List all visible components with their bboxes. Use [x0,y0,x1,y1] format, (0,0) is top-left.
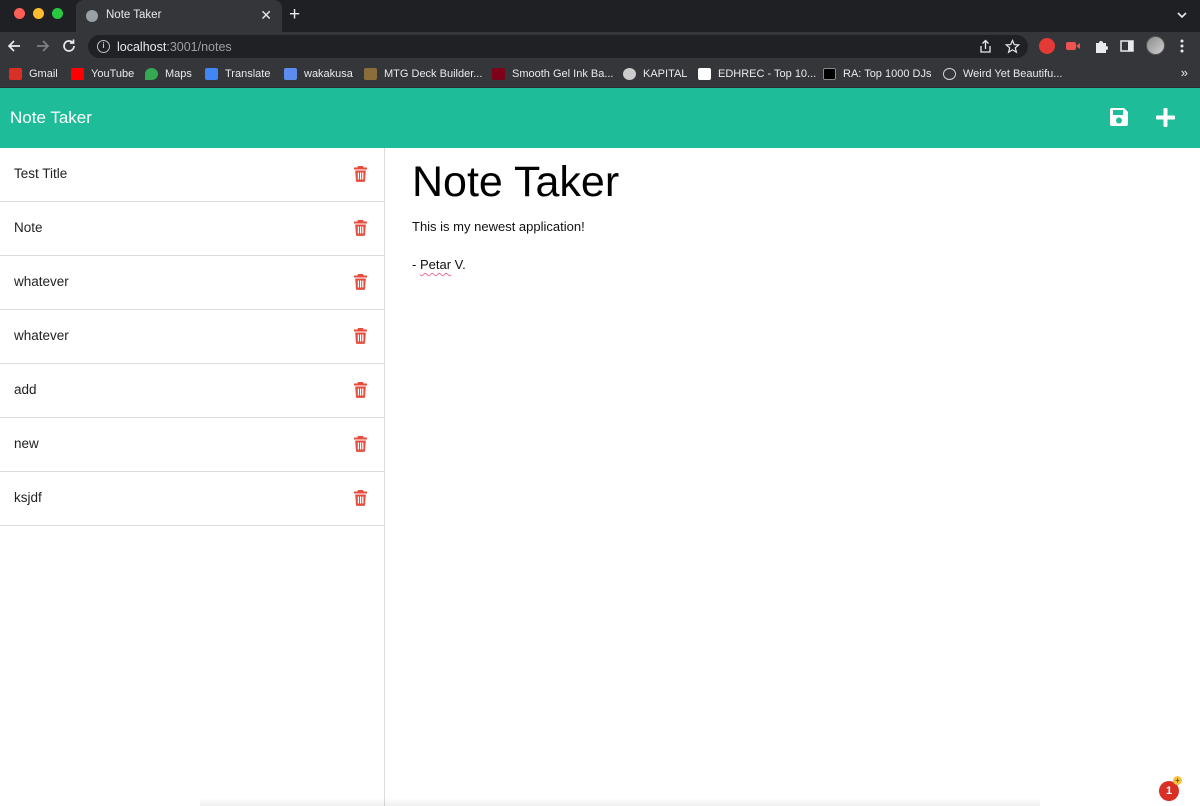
reload-icon[interactable] [60,37,78,55]
note-title[interactable]: Test Title [14,166,67,181]
translate-icon [205,68,218,80]
list-item[interactable]: Test Title [0,148,384,202]
trash-icon[interactable] [353,273,368,290]
signature-suffix: V. [451,257,466,272]
app-title[interactable]: Note Taker [10,108,92,128]
bookmark-label: Weird Yet Beautifu... [963,68,1063,80]
back-arrow-icon[interactable] [6,37,24,55]
bookmark-label: EDHREC - Top 10... [718,68,817,80]
bookmark-label: RA: Top 1000 DJs [843,68,932,80]
extension-adblock-icon[interactable] [1039,38,1055,54]
note-title[interactable]: ksjdf [14,490,42,505]
youtube-icon [71,68,84,80]
bookmarks-overflow-button[interactable]: » [1181,65,1188,80]
bookmark-translate[interactable]: Translate [205,66,270,82]
bookmark-label: Gmail [29,68,58,80]
trash-icon[interactable] [353,489,368,506]
note-title[interactable]: Note [14,220,43,235]
gmail-icon [9,68,22,80]
bookmark-youtube[interactable]: YouTube [71,66,134,82]
save-note-icon[interactable] [1108,106,1130,128]
bookmark-gmail[interactable]: Gmail [9,66,58,82]
maps-icon [145,68,158,80]
note-title[interactable]: add [14,382,37,397]
note-text-line: This is my newest application! [412,219,585,234]
bookmark-label: YouTube [91,68,135,80]
forward-arrow-icon[interactable] [33,37,51,55]
tab-close-icon[interactable]: ✕ [260,7,272,23]
list-item[interactable]: add [0,364,384,418]
muji-icon [492,68,505,80]
note-text-area[interactable]: This is my newest application! - Petar V… [412,217,585,274]
bookmark-maps[interactable]: Maps [145,66,192,82]
bookmark-label: Smooth Gel Ink Ba... [512,68,614,80]
tab-title: Note Taker [106,9,162,21]
browser-toolbar: i localhost:3001/notes [0,32,1200,60]
close-window-button[interactable] [14,8,25,19]
signature-prefix: - [412,257,420,272]
list-item[interactable]: whatever [0,256,384,310]
note-editor: Note Taker This is my newest application… [386,148,1200,806]
signature-name: Petar [419,257,452,272]
share-icon[interactable] [978,39,993,54]
list-item[interactable]: whatever [0,310,384,364]
new-note-icon[interactable] [1154,106,1177,129]
note-title[interactable]: whatever [14,328,69,343]
bookmark-label: KAPITAL [643,68,688,80]
note-signature: - Petar V. [412,255,585,274]
browser-tab[interactable]: Note Taker ✕ [76,0,282,32]
bookmark-wakakusa[interactable]: wakakusa [284,66,353,82]
list-item[interactable]: Note [0,202,384,256]
side-panel-icon[interactable] [1119,38,1135,54]
notification-plus-icon: + [1173,776,1182,785]
site-info-icon[interactable]: i [97,40,110,53]
kapital-icon [623,68,636,80]
chevron-down-icon[interactable] [1176,8,1188,22]
trash-icon[interactable] [353,435,368,452]
note-title[interactable]: whatever [14,274,69,289]
app-navbar: Note Taker [0,88,1200,148]
bookmark-muji[interactable]: Smooth Gel Ink Ba... [492,66,614,82]
trash-icon[interactable] [353,381,368,398]
url-path: :3001/notes [166,40,232,54]
note-blank-line [412,236,585,255]
browser-tab-bar: Note Taker ✕ + [0,0,1200,32]
bookmark-kapital[interactable]: KAPITAL [623,66,687,82]
edhrec-icon [698,68,711,80]
list-item[interactable]: new [0,418,384,472]
bookmark-label: wakakusa [304,68,353,80]
note-title-input[interactable]: Note Taker [412,158,619,207]
bookmark-star-icon[interactable] [1005,39,1020,54]
url-text: localhost:3001/notes [117,40,232,54]
list-item[interactable]: ksjdf [0,472,384,526]
address-bar[interactable]: i localhost:3001/notes [88,35,1028,58]
new-tab-button[interactable]: + [289,4,300,26]
ra-icon [823,68,836,80]
trash-icon[interactable] [353,165,368,182]
extension-video-icon[interactable] [1065,38,1081,54]
loop-icon [943,68,956,80]
bottom-shadow [200,798,1040,806]
bookmark-ra[interactable]: RA: Top 1000 DJs [823,66,931,82]
bookmark-edhrec[interactable]: EDHREC - Top 10... [698,66,816,82]
kebab-menu-icon[interactable] [1176,38,1188,54]
bookmark-weird[interactable]: Weird Yet Beautifu... [943,66,1062,82]
mtg-icon [364,68,377,80]
url-host: localhost [117,40,167,54]
trash-icon[interactable] [353,327,368,344]
profile-avatar[interactable] [1146,36,1165,55]
trash-icon[interactable] [353,219,368,236]
bookmark-label: Maps [165,68,192,80]
minimize-window-button[interactable] [33,8,44,19]
note-title[interactable]: new [14,436,39,451]
grid-icon [284,68,297,80]
note-list: Test Title Note whatever whatever add ne… [0,148,385,806]
bookmarks-bar: Gmail YouTube Maps Translate wakakusa MT… [0,60,1200,88]
extensions-puzzle-icon[interactable] [1093,38,1109,54]
bookmark-label: Translate [225,68,271,80]
maximize-window-button[interactable] [52,8,63,19]
globe-icon [86,10,98,22]
bookmark-label: MTG Deck Builder... [384,68,483,80]
bookmark-mtg[interactable]: MTG Deck Builder... [364,66,482,82]
